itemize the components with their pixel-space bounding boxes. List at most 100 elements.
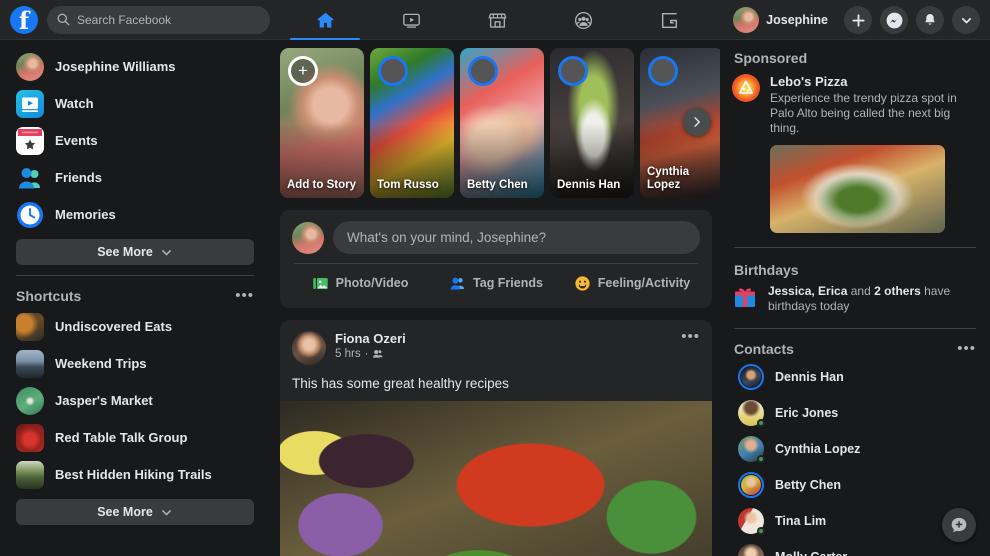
birthday-entry[interactable]: Jessica, Erica and 2 others have birthda… bbox=[732, 284, 978, 314]
post-text: This has some great healthy recipes bbox=[292, 376, 509, 391]
gift-icon bbox=[735, 288, 755, 307]
right-rail: Sponsored Lebo's Pizza Experience the tr… bbox=[720, 40, 990, 556]
sponsored-ad[interactable]: Lebo's Pizza Experience the trendy pizza… bbox=[732, 74, 978, 136]
shortcut-item-undiscovered-eats[interactable]: Undiscovered Eats bbox=[10, 308, 260, 345]
search-placeholder: Search Facebook bbox=[77, 12, 172, 27]
shortcut-item-red-table-talk[interactable]: Red Table Talk Group bbox=[10, 419, 260, 456]
contacts-menu-button[interactable]: ••• bbox=[957, 341, 976, 356]
contact-name: Cynthia Lopez bbox=[775, 442, 861, 456]
story-author-avatar bbox=[468, 56, 498, 86]
contact-row-eric-jones[interactable]: Eric Jones bbox=[732, 395, 978, 431]
story-author-avatar bbox=[378, 56, 408, 86]
shortcut-item-hiking-trails[interactable]: Best Hidden Hiking Trails bbox=[10, 456, 260, 493]
news-feed: + Add to Story Tom Russo Betty Chen Denn… bbox=[270, 40, 720, 556]
events-icon bbox=[16, 126, 44, 155]
contact-row-dennis-han[interactable]: Dennis Han bbox=[732, 359, 978, 395]
shortcut-label: Red Table Talk Group bbox=[55, 430, 188, 445]
composer-input[interactable]: What's on your mind, Josephine? bbox=[333, 221, 700, 254]
contact-avatar bbox=[738, 400, 765, 427]
bell-icon bbox=[925, 14, 935, 25]
composer-tag-friends-button[interactable]: Tag Friends bbox=[428, 268, 564, 298]
topbar-left: f Search Facebook bbox=[0, 5, 270, 34]
friends-audience-icon bbox=[373, 349, 383, 358]
rail-divider bbox=[734, 247, 976, 248]
post-meta-separator: · bbox=[364, 348, 369, 360]
chevron-down-icon bbox=[161, 509, 171, 515]
composer-action-label: Photo/Video bbox=[335, 276, 409, 290]
story-label: Cynthia Lopez bbox=[647, 166, 690, 191]
watch-icon bbox=[16, 89, 44, 118]
story-card-tom-russo[interactable]: Tom Russo bbox=[370, 48, 454, 198]
shortcut-thumb-mountain-icon bbox=[16, 349, 44, 378]
tag-friends-icon bbox=[450, 277, 465, 289]
sidebar-item-label: Memories bbox=[55, 207, 116, 222]
shortcut-thumb-food-icon bbox=[16, 312, 44, 341]
account-menu-button[interactable] bbox=[952, 6, 980, 34]
account-profile-chip[interactable]: Josephine bbox=[730, 4, 836, 36]
composer-feeling-activity-button[interactable]: Feeling/Activity bbox=[564, 268, 700, 298]
main-layout: Josephine Williams Watch Events Friends … bbox=[0, 40, 990, 556]
sidebar-item-friends[interactable]: Friends bbox=[10, 159, 260, 196]
story-card-add-to-story[interactable]: + Add to Story bbox=[280, 48, 364, 198]
facebook-app: f Search Facebook Josephine Josephine Wi… bbox=[0, 0, 990, 556]
messenger-button[interactable] bbox=[880, 6, 908, 34]
birthday-middle: and bbox=[847, 284, 875, 298]
stories-next-button[interactable] bbox=[683, 108, 711, 136]
online-status-indicator bbox=[757, 419, 765, 427]
contact-name: Dennis Han bbox=[775, 370, 844, 384]
shortcut-label: Weekend Trips bbox=[55, 356, 147, 371]
notifications-button[interactable] bbox=[916, 6, 944, 34]
create-button[interactable] bbox=[844, 6, 872, 34]
composer-photo-video-button[interactable]: Photo/Video bbox=[292, 268, 428, 298]
birthday-names: Jessica, Erica bbox=[768, 284, 848, 298]
nav-tab-marketplace[interactable] bbox=[454, 0, 540, 40]
story-card-betty-chen[interactable]: Betty Chen bbox=[460, 48, 544, 198]
ad-image[interactable] bbox=[770, 145, 945, 233]
post-author-avatar[interactable] bbox=[292, 331, 326, 365]
photo-video-icon bbox=[312, 277, 328, 289]
sidebar-item-memories[interactable]: Memories bbox=[10, 196, 260, 233]
sidebar-item-profile[interactable]: Josephine Williams bbox=[10, 48, 260, 85]
new-message-button[interactable] bbox=[942, 508, 976, 542]
search-input[interactable]: Search Facebook bbox=[47, 5, 270, 34]
chevron-down-icon bbox=[961, 17, 971, 23]
facebook-logo-icon[interactable]: f bbox=[10, 5, 38, 34]
sidebar-item-label: Events bbox=[55, 133, 98, 148]
shortcut-thumb-hiking-icon bbox=[16, 460, 44, 489]
sponsored-title: Sponsored bbox=[734, 50, 808, 66]
birthday-others: 2 others bbox=[874, 284, 921, 298]
sidebar-see-more-button[interactable]: See More bbox=[16, 239, 254, 265]
post-meta: 5 hrs · bbox=[335, 348, 406, 360]
composer-avatar bbox=[292, 221, 324, 254]
story-card-dennis-han[interactable]: Dennis Han bbox=[550, 48, 634, 198]
nav-tab-gaming[interactable] bbox=[626, 0, 712, 40]
nav-tab-home[interactable] bbox=[282, 0, 368, 40]
stories-tray: + Add to Story Tom Russo Betty Chen Denn… bbox=[280, 48, 720, 198]
contact-avatar bbox=[738, 364, 764, 390]
contact-row-cynthia-lopez[interactable]: Cynthia Lopez bbox=[732, 431, 978, 467]
nav-tab-watch[interactable] bbox=[368, 0, 454, 40]
sidebar-item-watch[interactable]: Watch bbox=[10, 85, 260, 122]
new-message-icon bbox=[951, 517, 967, 533]
sidebar-item-events[interactable]: Events bbox=[10, 122, 260, 159]
post-options-button[interactable]: ••• bbox=[681, 329, 700, 344]
contact-row-molly-carter[interactable]: Molly Carter bbox=[732, 539, 978, 556]
plus-icon bbox=[851, 13, 865, 27]
contact-row-tina-lim[interactable]: Tina Lim bbox=[732, 503, 978, 539]
chevron-down-icon bbox=[161, 249, 171, 255]
shortcut-item-weekend-trips[interactable]: Weekend Trips bbox=[10, 345, 260, 382]
sidebar-divider bbox=[16, 275, 254, 276]
shortcut-item-jaspers-market[interactable]: Jasper's Market bbox=[10, 382, 260, 419]
shortcuts-menu-button[interactable]: ••• bbox=[235, 288, 254, 303]
advertiser-logo-icon bbox=[732, 74, 760, 102]
shortcuts-see-more-button[interactable]: See More bbox=[16, 499, 254, 525]
contact-row-betty-chen[interactable]: Betty Chen bbox=[732, 467, 978, 503]
post-author-name[interactable]: Fiona Ozeri bbox=[335, 331, 406, 346]
nav-tab-groups[interactable] bbox=[540, 0, 626, 40]
shortcut-label: Undiscovered Eats bbox=[55, 319, 173, 334]
post-timestamp: 5 hrs bbox=[335, 348, 361, 360]
post-image[interactable] bbox=[280, 401, 712, 556]
ad-title: Lebo's Pizza bbox=[770, 74, 848, 89]
shortcuts-header: Shortcuts ••• bbox=[10, 286, 260, 308]
groups-icon bbox=[574, 11, 592, 29]
